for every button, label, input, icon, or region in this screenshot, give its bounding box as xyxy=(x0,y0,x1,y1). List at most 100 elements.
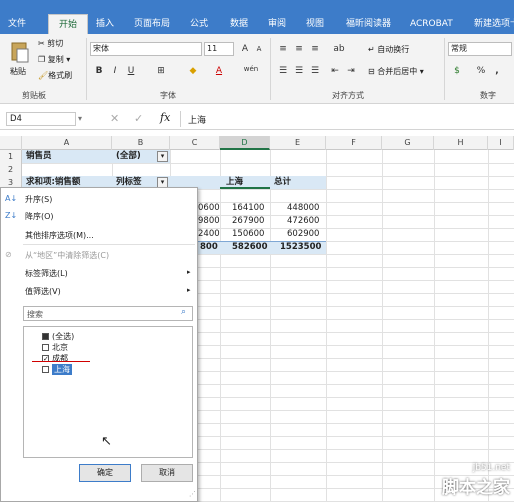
cell-c4[interactable]: 0600 xyxy=(198,202,220,215)
font-name-select[interactable]: 宋体 xyxy=(90,42,202,56)
checkbox-select-all[interactable] xyxy=(42,333,49,340)
cell-e4[interactable]: 448000 xyxy=(287,202,319,215)
tab-file[interactable]: 文件 xyxy=(8,14,26,34)
column-header[interactable]: D xyxy=(220,136,270,150)
formula-input[interactable]: 上海 xyxy=(188,113,206,126)
border-icon[interactable]: ⊞ xyxy=(154,64,168,78)
column-header[interactable]: I xyxy=(488,136,514,150)
menu-more-sort-options[interactable]: 其他排序选项(M)... xyxy=(25,230,94,241)
tab-view[interactable]: 视图 xyxy=(306,14,324,34)
percent-button[interactable]: % xyxy=(474,64,488,78)
cell-e7[interactable]: 1523500 xyxy=(280,241,321,254)
resize-grip-icon[interactable]: ⋰ xyxy=(189,490,196,498)
column-header[interactable]: H xyxy=(434,136,488,150)
cell-a1[interactable]: 销售员 xyxy=(26,150,52,163)
watermark-brand: 脚本之家 xyxy=(442,478,510,498)
mouse-cursor-icon: ↖ xyxy=(101,434,112,449)
fill-color-icon[interactable]: ◆ xyxy=(186,64,200,78)
cell-d4[interactable]: 164100 xyxy=(232,202,264,215)
comma-button[interactable]: , xyxy=(490,64,504,78)
menu-sort-ascending[interactable]: 升序(S) xyxy=(25,194,52,205)
bold-button[interactable]: B xyxy=(92,64,106,78)
cell-b1[interactable]: (全部) xyxy=(116,150,141,163)
cell-c7[interactable]: 800 xyxy=(200,241,218,254)
cut-button[interactable]: ✂ 剪切 xyxy=(38,38,63,49)
cell-d7[interactable]: 582600 xyxy=(232,241,268,254)
tab-formulas[interactable]: 公式 xyxy=(190,14,208,34)
item-label-chengdu: 成都 xyxy=(52,354,68,363)
font-color-icon[interactable]: A xyxy=(212,64,226,78)
grow-font-icon[interactable]: A xyxy=(238,42,252,56)
italic-button[interactable]: I xyxy=(108,64,122,78)
cell-e6[interactable]: 602900 xyxy=(287,228,319,241)
paste-button[interactable] xyxy=(10,40,30,64)
number-format-select[interactable]: 常规 xyxy=(448,42,512,56)
name-box-dropdown-icon[interactable]: ▾ xyxy=(78,114,82,123)
cell-e3[interactable]: 总计 xyxy=(274,176,291,189)
gridline xyxy=(22,163,514,164)
align-middle-icon[interactable]: ≡ xyxy=(292,42,306,56)
font-size-select[interactable]: 11 xyxy=(204,42,234,56)
align-top-icon[interactable]: ≡ xyxy=(276,42,290,56)
currency-icon[interactable]: $ xyxy=(450,64,464,78)
enter-icon[interactable]: ✓ xyxy=(134,112,143,125)
search-box[interactable]: 搜索 ⌕ xyxy=(23,306,193,321)
column-header[interactable]: G xyxy=(382,136,434,150)
paste-label[interactable]: 粘贴 xyxy=(10,66,26,77)
column-header[interactable]: F xyxy=(326,136,382,150)
tab-acrobat[interactable]: ACROBAT xyxy=(410,14,453,34)
tab-review[interactable]: 审阅 xyxy=(268,14,286,34)
insert-function-button[interactable]: fx xyxy=(160,111,170,124)
checkbox-beijing[interactable] xyxy=(42,344,49,351)
name-box[interactable]: D4 xyxy=(6,112,76,126)
tab-insert[interactable]: 插入 xyxy=(96,14,114,34)
item-label-shanghai: 上海 xyxy=(52,364,72,375)
cell-c6[interactable]: 2400 xyxy=(198,228,220,241)
align-bottom-icon[interactable]: ≡ xyxy=(308,42,322,56)
align-right-icon[interactable]: ☰ xyxy=(308,64,322,78)
cancel-icon[interactable]: ✕ xyxy=(110,112,119,125)
wrap-icon: ↵ xyxy=(368,45,375,54)
tab-home[interactable]: 开始 xyxy=(48,14,89,34)
cancel-button[interactable]: 取消 xyxy=(141,464,193,482)
tab-new[interactable]: 新建选项卡 xyxy=(474,14,514,34)
cut-label: 剪切 xyxy=(47,39,64,48)
orientation-icon[interactable]: ab xyxy=(332,42,346,56)
format-painter-label: 格式刷 xyxy=(48,71,73,80)
row-header[interactable]: 1 xyxy=(0,150,22,163)
column-header[interactable]: B xyxy=(112,136,170,150)
cell-e5[interactable]: 472600 xyxy=(287,215,319,228)
menu-value-filter[interactable]: 值筛选(V) xyxy=(25,286,61,297)
group-label-font: 字体 xyxy=(160,91,176,100)
copy-button[interactable]: ❐ 复制 ▾ xyxy=(38,54,70,65)
tab-data[interactable]: 数据 xyxy=(230,14,248,34)
search-icon[interactable]: ⌕ xyxy=(181,307,186,317)
column-header[interactable]: E xyxy=(270,136,326,150)
align-left-icon[interactable]: ☰ xyxy=(276,64,290,78)
column-header[interactable]: A xyxy=(22,136,112,150)
menu-label-filter[interactable]: 标签筛选(L) xyxy=(25,268,68,279)
row-header[interactable]: 2 xyxy=(0,163,22,176)
cell-d5[interactable]: 267900 xyxy=(232,215,264,228)
ok-button[interactable]: 确定 xyxy=(79,464,131,482)
format-painter-button[interactable]: 🖌格式刷 xyxy=(38,70,72,81)
phonetic-button[interactable]: wén xyxy=(240,62,262,76)
tab-page-layout[interactable]: 页面布局 xyxy=(134,14,170,34)
decrease-indent-icon[interactable]: ⇤ xyxy=(328,64,342,78)
column-header[interactable]: C xyxy=(170,136,220,150)
active-cell-border xyxy=(220,187,270,189)
page-filter-dropdown-icon[interactable]: ▾ xyxy=(157,151,168,162)
cell-c5[interactable]: 9800 xyxy=(198,215,220,228)
tab-foxit[interactable]: 福昕阅读器 xyxy=(346,14,391,34)
merge-center-button[interactable]: ⊟ 合并后居中 ▾ xyxy=(368,66,424,77)
underline-button[interactable]: U xyxy=(124,64,138,78)
increase-indent-icon[interactable]: ⇥ xyxy=(344,64,358,78)
wrap-text-button[interactable]: ↵ 自动换行 xyxy=(368,44,409,55)
checkbox-shanghai[interactable] xyxy=(42,366,49,373)
align-center-icon[interactable]: ☰ xyxy=(292,64,306,78)
cell-d6[interactable]: 150600 xyxy=(232,228,264,241)
shrink-font-icon[interactable]: A xyxy=(252,42,266,56)
sort-asc-icon: A↓ xyxy=(5,194,18,203)
menu-sort-descending[interactable]: 降序(O) xyxy=(25,211,54,222)
select-all-corner[interactable] xyxy=(0,136,22,150)
